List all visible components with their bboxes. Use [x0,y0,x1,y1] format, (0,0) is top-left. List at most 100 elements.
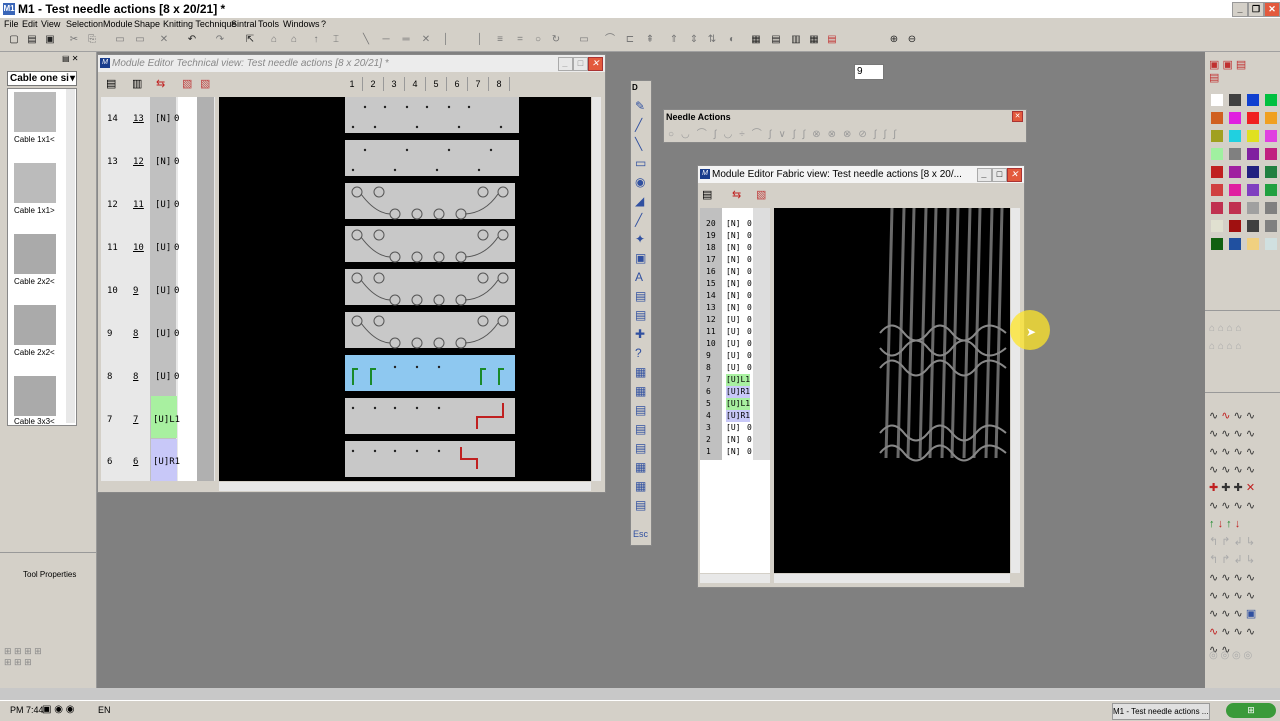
row-code[interactable]: [U] [726,350,740,362]
row-value[interactable]: 0 [174,286,179,296]
tool-d-icon[interactable]: ⌶ [330,34,342,46]
tool-icons[interactable]: ⊞ ⊞ ⊞ ⊞ ⊞ ⊞ ⊞ [4,646,42,668]
circle-icon[interactable]: ○ [532,34,544,46]
row-value[interactable]: 0 [747,434,752,446]
palette-color-swatch[interactable] [1229,130,1241,142]
row-value[interactable]: 0 [174,372,179,382]
row-module-number[interactable]: 8 [133,372,138,382]
tech-vertical-scrollbar[interactable] [592,97,601,481]
needle-number[interactable]: 8 [489,77,510,91]
row-code[interactable]: [N] [155,157,171,167]
row-code[interactable]: [N] [726,446,740,458]
row-module-number[interactable]: 10 [133,243,144,253]
vbar-icon[interactable]: │ [474,34,486,46]
zoom-in-icon[interactable]: ⊕ [888,34,900,46]
palette-color-swatch[interactable] [1247,202,1259,214]
palette-color-swatch[interactable] [1211,130,1223,142]
close-button[interactable]: ✕ [1012,111,1023,122]
delete-icon[interactable]: ✕ [158,34,170,46]
needle-number[interactable]: 6 [447,77,468,91]
zoom-select[interactable]: 9 [854,64,884,80]
properties-icon[interactable]: ▤ [106,77,116,90]
restore-button[interactable]: ❐ [1248,2,1264,17]
pattern-icon[interactable]: ▧ [756,188,766,201]
menu-view[interactable]: View [41,18,60,31]
module-thumb[interactable] [14,163,56,203]
row-value[interactable]: 0 [747,290,752,302]
palette-color-swatch[interactable] [1265,220,1277,232]
row-code[interactable]: [U] [726,326,740,338]
row-code[interactable]: [U]L1 [153,415,180,425]
row-code[interactable]: [U] [726,338,740,350]
new-icon[interactable]: ▢ [8,34,20,46]
palette-color-swatch[interactable] [1229,184,1241,196]
disabled-tool-icons[interactable]: ⌂ ⌂ ⌂ ⌂ ⌂ ⌂ ⌂ ⌂ [1209,320,1242,356]
fill-icon[interactable]: ◐ [726,34,738,46]
row-code[interactable]: [N] [726,254,740,266]
row-code[interactable]: [U] [726,314,740,326]
menu-shape[interactable]: Shape [134,18,160,31]
palette-color-swatch[interactable] [1211,202,1223,214]
menu-file[interactable]: File [4,18,19,31]
properties-icon[interactable]: ▤ [702,188,712,201]
view-b-icon[interactable]: ▤ [770,34,782,46]
row-value[interactable]: 0 [747,230,752,242]
tray-icons[interactable]: ▣ ◉ ◉ [42,704,74,715]
technical-canvas[interactable] [219,97,591,481]
maximize-button[interactable]: □ [573,57,588,71]
panel-pin-icon[interactable]: ▤ ✕ [62,54,78,63]
zoom-out-icon[interactable]: ⊖ [906,34,918,46]
palette-color-swatch[interactable] [1229,166,1241,178]
palette-color-swatch[interactable] [1211,220,1223,232]
row-value[interactable]: 0 [747,242,752,254]
row-code[interactable]: [U] [155,243,171,253]
move-up-icon[interactable]: ⇑ [668,34,680,46]
menu-module[interactable]: Module [103,18,133,31]
row-module-number[interactable]: 12 [133,157,144,167]
row-value[interactable]: 0 [747,422,752,434]
rotate-icon[interactable]: ↻ [550,34,562,46]
row-module-number[interactable]: 13 [133,114,144,124]
hbars-icon[interactable]: ≡ [494,34,506,46]
stitch3-icon[interactable]: ⇞ [644,34,656,46]
row-code[interactable]: [N] [726,434,740,446]
row-code[interactable]: [U] [155,372,171,382]
swap-icon[interactable]: ⇆ [732,188,741,201]
row-code[interactable]: [U] [726,362,740,374]
palette-color-swatch[interactable] [1247,238,1259,250]
palette-color-swatch[interactable] [1229,112,1241,124]
row-value[interactable]: 0 [747,254,752,266]
tool-c-icon[interactable]: ↑ [310,34,322,46]
row-value[interactable]: 0 [174,114,179,124]
row-module-number[interactable]: 9 [133,286,138,296]
palette-color-swatch[interactable] [1265,148,1277,160]
needle-number[interactable]: 5 [426,77,447,91]
grid-icon[interactable]: ▦ [808,34,820,46]
maximize-button[interactable]: □ [992,168,1007,182]
color-icon[interactable]: ▤ [826,34,838,46]
row-code[interactable]: [U] [155,200,171,210]
palette-color-swatch[interactable] [1229,94,1241,106]
row-code[interactable]: [N] [726,230,740,242]
pointer-icon[interactable]: ⇱ [244,34,256,46]
row-value[interactable]: 0 [747,446,752,458]
layout-icon[interactable]: ▥ [132,77,142,90]
menu-windows[interactable]: Windows [283,18,320,31]
fabric-row-scrollbar[interactable] [700,574,770,583]
row-value[interactable]: 0 [747,314,752,326]
disabled-icons[interactable]: ◎ ◎ ◎ ◎ [1209,650,1252,661]
row-value[interactable]: 0 [747,338,752,350]
line-icon[interactable]: ╲ [360,34,372,46]
row-code[interactable]: [N] [726,218,740,230]
palette-color-swatch[interactable] [1265,94,1277,106]
drawing-tools[interactable]: ✎ ╱ ╲ ▭ ◉ ◢ ╱ ✦ ▣ A ▤ ▤ ✚? ▦ ▦ ▤ ▤ ▤ ▦ ▦ ▤ [635,97,646,515]
palette-color-swatch[interactable] [1265,166,1277,178]
row-value[interactable]: 0 [747,278,752,290]
close-button[interactable]: ✕ [1007,168,1022,182]
fabric-horizontal-scrollbar[interactable] [774,574,1010,583]
module-thumb[interactable] [14,92,56,132]
row-code[interactable]: [U]R1 [726,386,751,398]
row-value[interactable]: 0 [747,362,752,374]
equal-icon[interactable]: = [514,34,526,46]
menu-tools[interactable]: Tools [258,18,279,31]
